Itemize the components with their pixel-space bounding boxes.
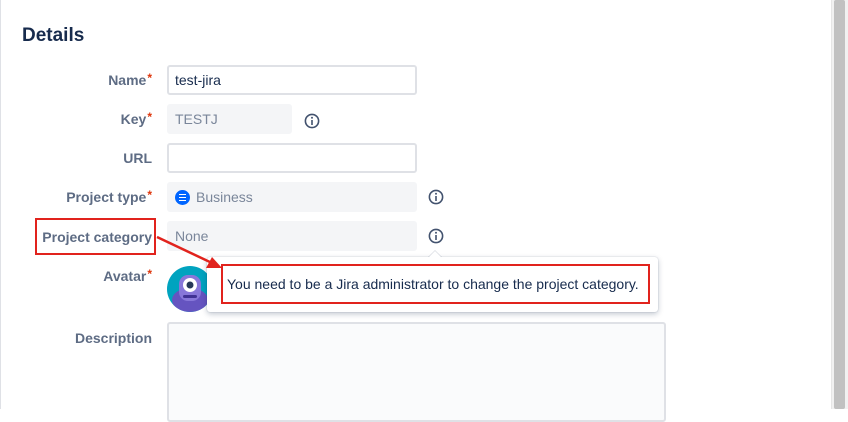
url-input[interactable] (167, 143, 417, 173)
scrollbar-thumb[interactable] (834, 0, 845, 409)
tooltip-message: You need to be a Jira administrator to c… (221, 264, 650, 304)
required-marker: * (147, 71, 152, 85)
key-info-icon[interactable] (304, 113, 320, 129)
project-category-info-icon[interactable] (428, 228, 444, 244)
project-type-info-icon[interactable] (428, 189, 444, 205)
required-marker: * (147, 267, 152, 281)
project-type-value: Business (196, 189, 253, 205)
project-type-label: Project type* (66, 188, 152, 205)
key-label: Key* (120, 110, 152, 127)
project-type-field: Business (167, 182, 417, 212)
description-label: Description (74, 330, 152, 346)
required-marker: * (147, 110, 152, 124)
name-label: Name* (108, 71, 152, 88)
avatar-label: Avatar* (103, 267, 152, 284)
key-input: TESTJ (167, 104, 292, 134)
business-icon (175, 189, 190, 205)
name-input[interactable]: test-jira (167, 65, 417, 95)
project-category-field: None (167, 221, 417, 251)
required-marker: * (147, 188, 152, 202)
url-label: URL (123, 150, 152, 166)
section-title: Details (22, 25, 85, 46)
tooltip-pointer (428, 251, 442, 258)
description-textarea[interactable] (167, 322, 666, 422)
annotation-highlight-box (35, 218, 156, 255)
